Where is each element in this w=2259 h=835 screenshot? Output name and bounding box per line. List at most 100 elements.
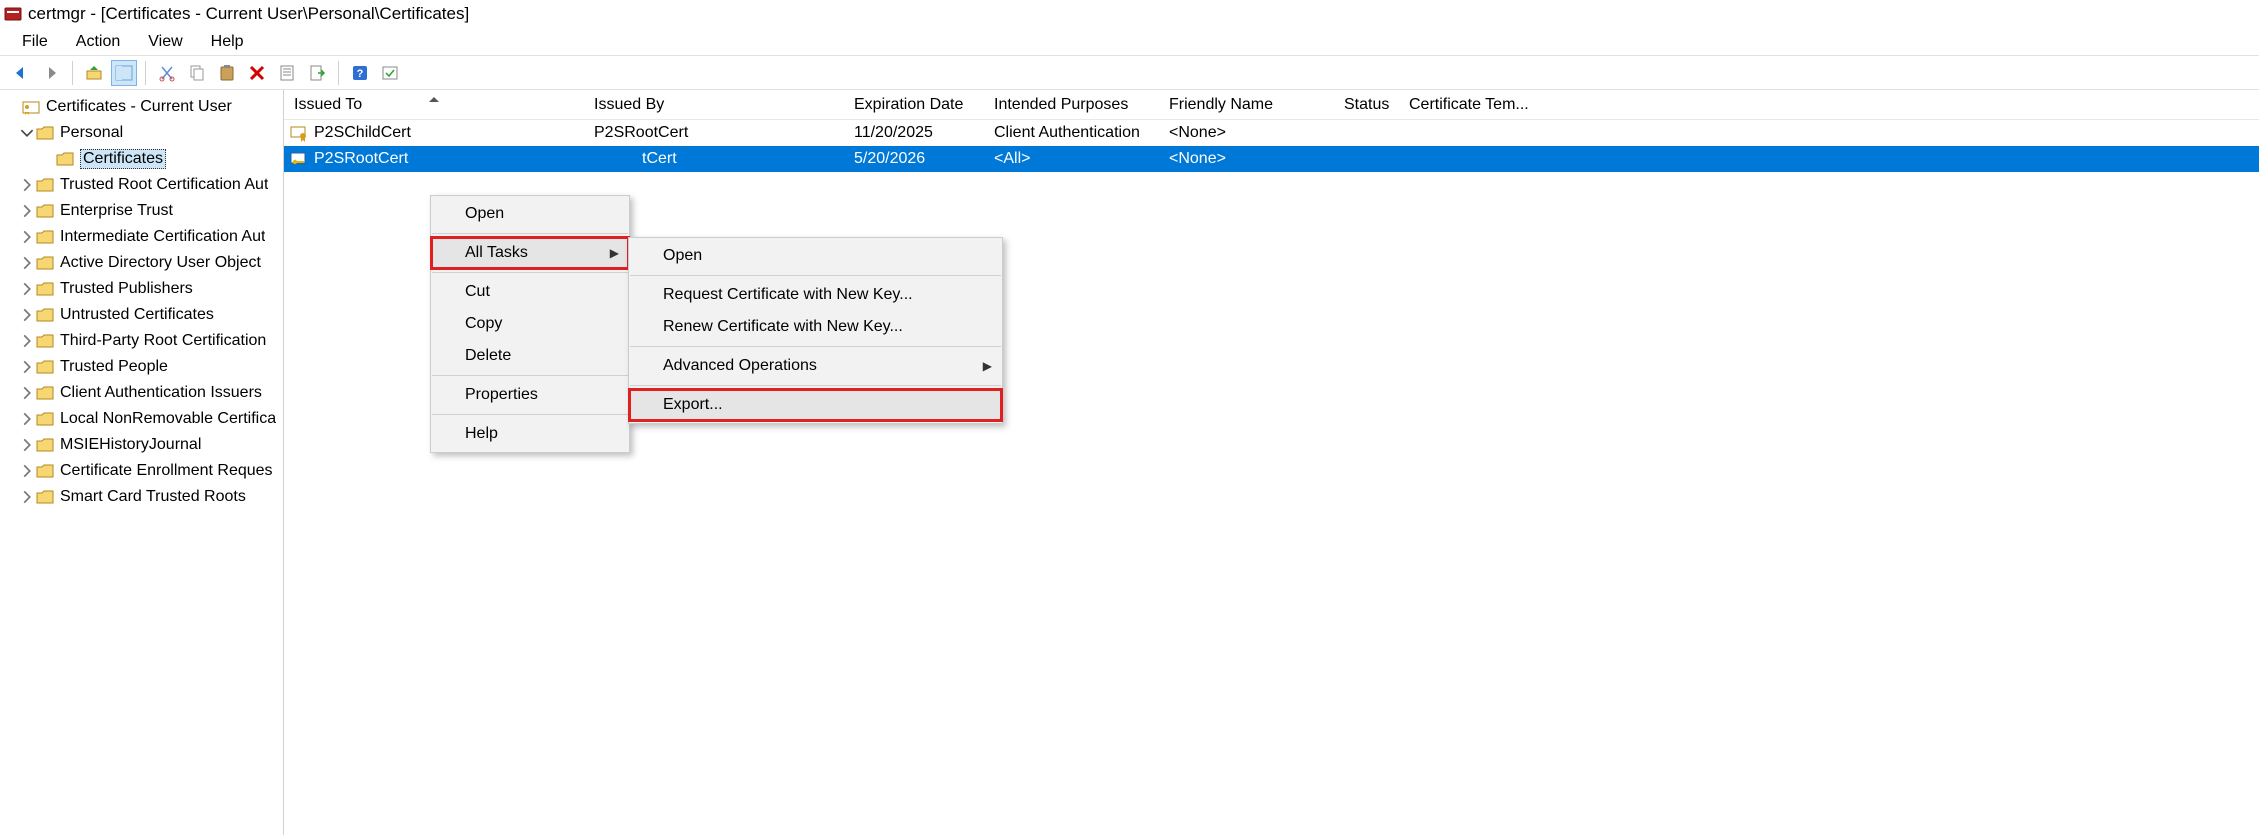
menu-file[interactable]: File xyxy=(8,31,62,53)
tree-trusted-root[interactable]: Trusted Root Certification Aut xyxy=(0,172,283,198)
chevron-down-icon[interactable] xyxy=(20,126,34,140)
tree-thirdparty[interactable]: Third-Party Root Certification xyxy=(0,328,283,354)
chevron-right-icon[interactable] xyxy=(20,204,34,218)
toolbar-export-button[interactable] xyxy=(304,60,330,86)
tree-enrollment[interactable]: Certificate Enrollment Reques xyxy=(0,458,283,484)
tree-trusted-people[interactable]: Trusted People xyxy=(0,354,283,380)
cell-issued-by: P2SRootCert xyxy=(584,124,844,142)
ctx-label: Advanced Operations xyxy=(663,357,817,375)
tree-label: Local NonRemovable Certifica xyxy=(60,410,276,428)
tree-label: Trusted Publishers xyxy=(60,280,193,298)
column-status[interactable]: Status xyxy=(1334,96,1399,114)
context-menu: Open All Tasks ▶ Cut Copy Delete Propert… xyxy=(430,195,630,453)
tree-smartcard[interactable]: Smart Card Trusted Roots xyxy=(0,484,283,510)
chevron-right-icon[interactable] xyxy=(20,490,34,504)
certificate-key-icon xyxy=(290,150,308,168)
chevron-right-icon[interactable] xyxy=(20,256,34,270)
ctx-cut[interactable]: Cut xyxy=(431,276,629,308)
toolbar-separator xyxy=(338,61,339,85)
tree-client-auth[interactable]: Client Authentication Issuers xyxy=(0,380,283,406)
folder-icon xyxy=(36,176,54,194)
toolbar-delete-button[interactable] xyxy=(244,60,270,86)
toolbar-copy-button[interactable] xyxy=(184,60,210,86)
tree-certificates[interactable]: Certificates xyxy=(0,146,283,172)
ctx-delete[interactable]: Delete xyxy=(431,340,629,372)
tree-enterprise[interactable]: Enterprise Trust xyxy=(0,198,283,224)
chevron-right-icon[interactable] xyxy=(20,308,34,322)
menu-separator xyxy=(630,385,1001,386)
ctx-properties[interactable]: Properties xyxy=(431,379,629,411)
folder-icon xyxy=(36,488,54,506)
toolbar-separator xyxy=(145,61,146,85)
tree-label: Client Authentication Issuers xyxy=(60,384,262,402)
tree-label: Intermediate Certification Aut xyxy=(60,228,265,246)
menu-separator xyxy=(630,275,1001,276)
column-intended[interactable]: Intended Purposes xyxy=(984,96,1159,114)
folder-icon xyxy=(36,228,54,246)
tree-nonremovable[interactable]: Local NonRemovable Certifica xyxy=(0,406,283,432)
tree-label: MSIEHistoryJournal xyxy=(60,436,201,454)
menu-action[interactable]: Action xyxy=(62,31,134,53)
ctx-sub-request-new-key[interactable]: Request Certificate with New Key... xyxy=(629,279,1002,311)
toolbar-show-hide-tree-button[interactable] xyxy=(111,60,137,86)
toolbar-separator xyxy=(72,61,73,85)
toolbar-paste-button[interactable] xyxy=(214,60,240,86)
chevron-right-icon[interactable] xyxy=(20,438,34,452)
tree-root[interactable]: Certificates - Current User xyxy=(0,94,283,120)
tree-ad-user[interactable]: Active Directory User Object xyxy=(0,250,283,276)
tree-msie[interactable]: MSIEHistoryJournal xyxy=(0,432,283,458)
tree-label: Certificates xyxy=(80,149,166,169)
chevron-right-icon[interactable] xyxy=(20,230,34,244)
ctx-all-tasks[interactable]: All Tasks ▶ xyxy=(431,237,629,269)
cell-expiration: 11/20/2025 xyxy=(844,124,984,142)
folder-icon xyxy=(36,410,54,428)
titlebar: certmgr - [Certificates - Current User\P… xyxy=(0,0,2259,28)
chevron-right-icon[interactable] xyxy=(20,282,34,296)
toolbar-extra-button[interactable] xyxy=(377,60,403,86)
column-friendly[interactable]: Friendly Name xyxy=(1159,96,1334,114)
column-issued-to[interactable]: Issued To xyxy=(284,96,584,114)
column-expiration[interactable]: Expiration Date xyxy=(844,96,984,114)
menu-view[interactable]: View xyxy=(134,31,196,53)
cell-intended: <All> xyxy=(984,150,1159,168)
toolbar-up-button[interactable] xyxy=(81,60,107,86)
certificate-icon xyxy=(290,124,308,142)
ctx-sub-open[interactable]: Open xyxy=(629,240,1002,272)
chevron-right-icon[interactable] xyxy=(20,464,34,478)
tree-label: Active Directory User Object xyxy=(60,254,261,272)
chevron-right-icon[interactable] xyxy=(20,360,34,374)
menu-separator xyxy=(630,346,1001,347)
chevron-right-icon: ▶ xyxy=(610,246,619,260)
folder-icon xyxy=(36,436,54,454)
chevron-right-icon[interactable] xyxy=(20,178,34,192)
tree-untrusted[interactable]: Untrusted Certificates xyxy=(0,302,283,328)
ctx-help[interactable]: Help xyxy=(431,418,629,450)
toolbar-forward-button[interactable] xyxy=(38,60,64,86)
toolbar-cut-button[interactable] xyxy=(154,60,180,86)
column-template[interactable]: Certificate Tem... xyxy=(1399,96,1579,114)
ctx-sub-renew-new-key[interactable]: Renew Certificate with New Key... xyxy=(629,311,1002,343)
ctx-open[interactable]: Open xyxy=(431,198,629,230)
chevron-right-icon[interactable] xyxy=(20,386,34,400)
ctx-sub-advanced[interactable]: Advanced Operations ▶ xyxy=(629,350,1002,382)
cell-issued-by: tCert xyxy=(584,150,844,168)
toolbar-properties-button[interactable] xyxy=(274,60,300,86)
window-title: certmgr - [Certificates - Current User\P… xyxy=(28,4,469,24)
toolbar-help-button[interactable]: ? xyxy=(347,60,373,86)
menu-help[interactable]: Help xyxy=(197,31,258,53)
chevron-right-icon[interactable] xyxy=(20,412,34,426)
table-row[interactable]: P2SRootCert tCert 5/20/2026 <All> <None> xyxy=(284,146,2259,172)
ctx-sub-export[interactable]: Export... xyxy=(629,389,1002,421)
tree-label: Trusted People xyxy=(60,358,168,376)
folder-icon xyxy=(36,358,54,376)
tree-label: Smart Card Trusted Roots xyxy=(60,488,246,506)
ctx-copy[interactable]: Copy xyxy=(431,308,629,340)
table-row[interactable]: P2SChildCert P2SRootCert 11/20/2025 Clie… xyxy=(284,120,2259,146)
chevron-right-icon[interactable] xyxy=(20,334,34,348)
tree-label: Enterprise Trust xyxy=(60,202,173,220)
column-issued-by[interactable]: Issued By xyxy=(584,96,844,114)
tree-personal[interactable]: Personal xyxy=(0,120,283,146)
tree-trusted-publishers[interactable]: Trusted Publishers xyxy=(0,276,283,302)
toolbar-back-button[interactable] xyxy=(8,60,34,86)
tree-intermediate[interactable]: Intermediate Certification Aut xyxy=(0,224,283,250)
